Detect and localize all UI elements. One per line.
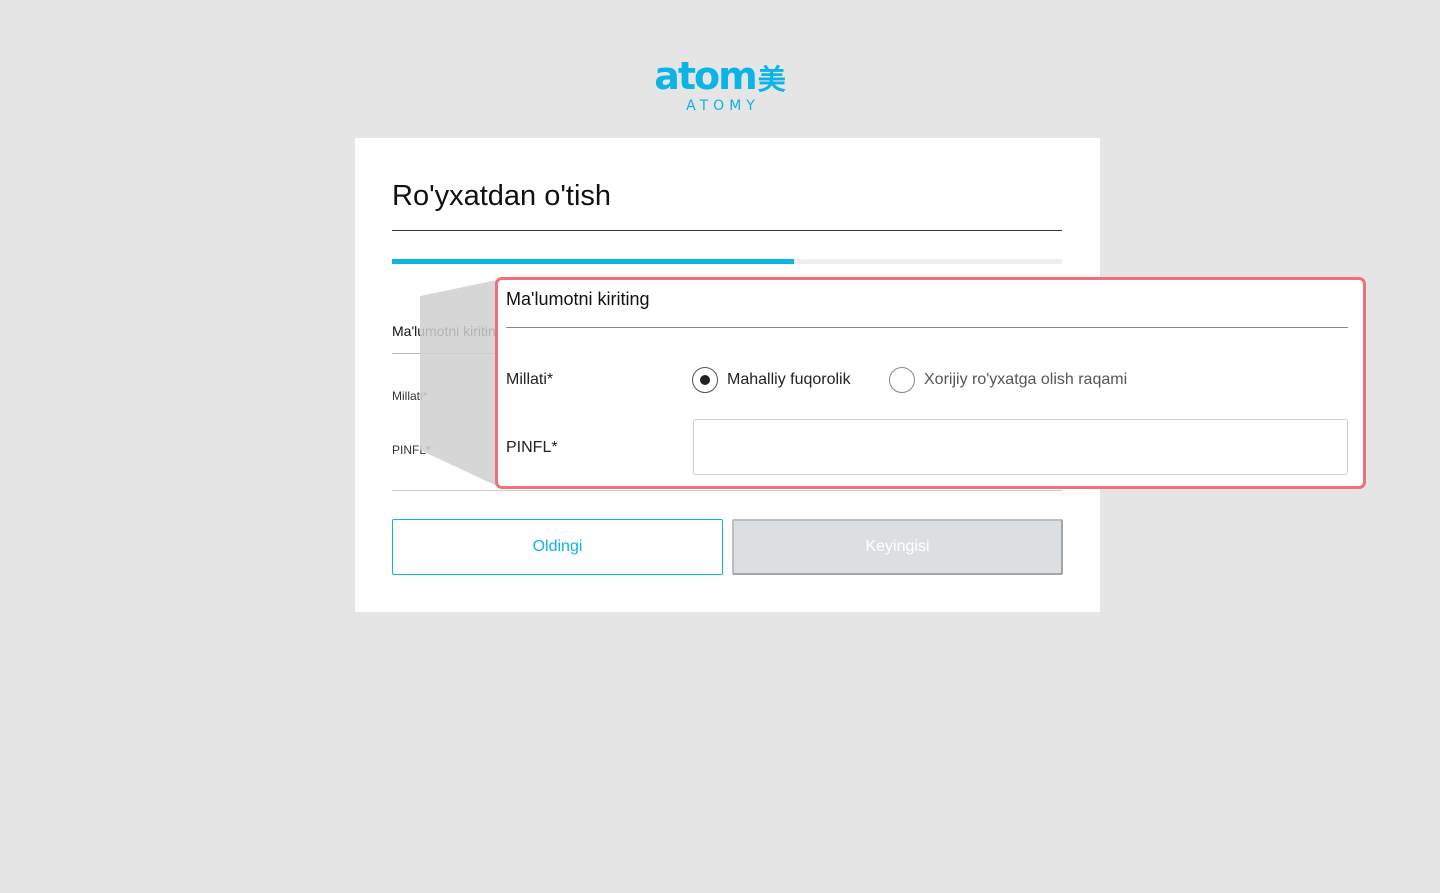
- progress-fill: [392, 259, 794, 264]
- logo-wordmark: ATOMY: [686, 98, 760, 114]
- radio-foreign-registration-label: Xorijiy ro'yxatga olish raqami: [924, 371, 1128, 388]
- section-title-background: Ma'lumotni kiriting: [392, 323, 497, 339]
- nationality-label: Millati*: [506, 371, 554, 388]
- zoom-highlight-panel: Ma'lumotni kiriting Millati* Mahalliy fu…: [495, 277, 1366, 489]
- previous-button[interactable]: Oldingi: [392, 519, 723, 575]
- next-button[interactable]: Keyingisi: [732, 519, 1063, 575]
- radio-local-citizenship[interactable]: Mahalliy fuqorolik: [692, 367, 851, 393]
- section-title: Ma'lumotni kiriting: [506, 289, 650, 309]
- radio-foreign-registration[interactable]: Xorijiy ro'yxatga olish raqami: [889, 367, 1127, 393]
- nationality-label-background: Millati*: [392, 389, 428, 403]
- section-title-divider: [506, 327, 1348, 328]
- progress-bar: [392, 259, 1062, 264]
- pinfl-label: PINFL*: [506, 439, 558, 456]
- pinfl-label-background: PINFL*: [392, 443, 431, 457]
- radio-local-citizenship-label: Mahalliy fuqorolik: [727, 371, 851, 388]
- page-title: Ro'yxatdan o'tish: [392, 180, 612, 212]
- form-bottom-divider: [392, 490, 1062, 491]
- atomy-logo: atom美 ATOMY: [0, 56, 1440, 114]
- title-divider: [392, 230, 1062, 231]
- pinfl-input[interactable]: [693, 419, 1348, 475]
- radio-checked-icon[interactable]: [692, 367, 718, 393]
- radio-unchecked-icon[interactable]: [889, 367, 915, 393]
- radio-dot: [700, 375, 710, 385]
- logo-mark: atom美: [654, 54, 786, 98]
